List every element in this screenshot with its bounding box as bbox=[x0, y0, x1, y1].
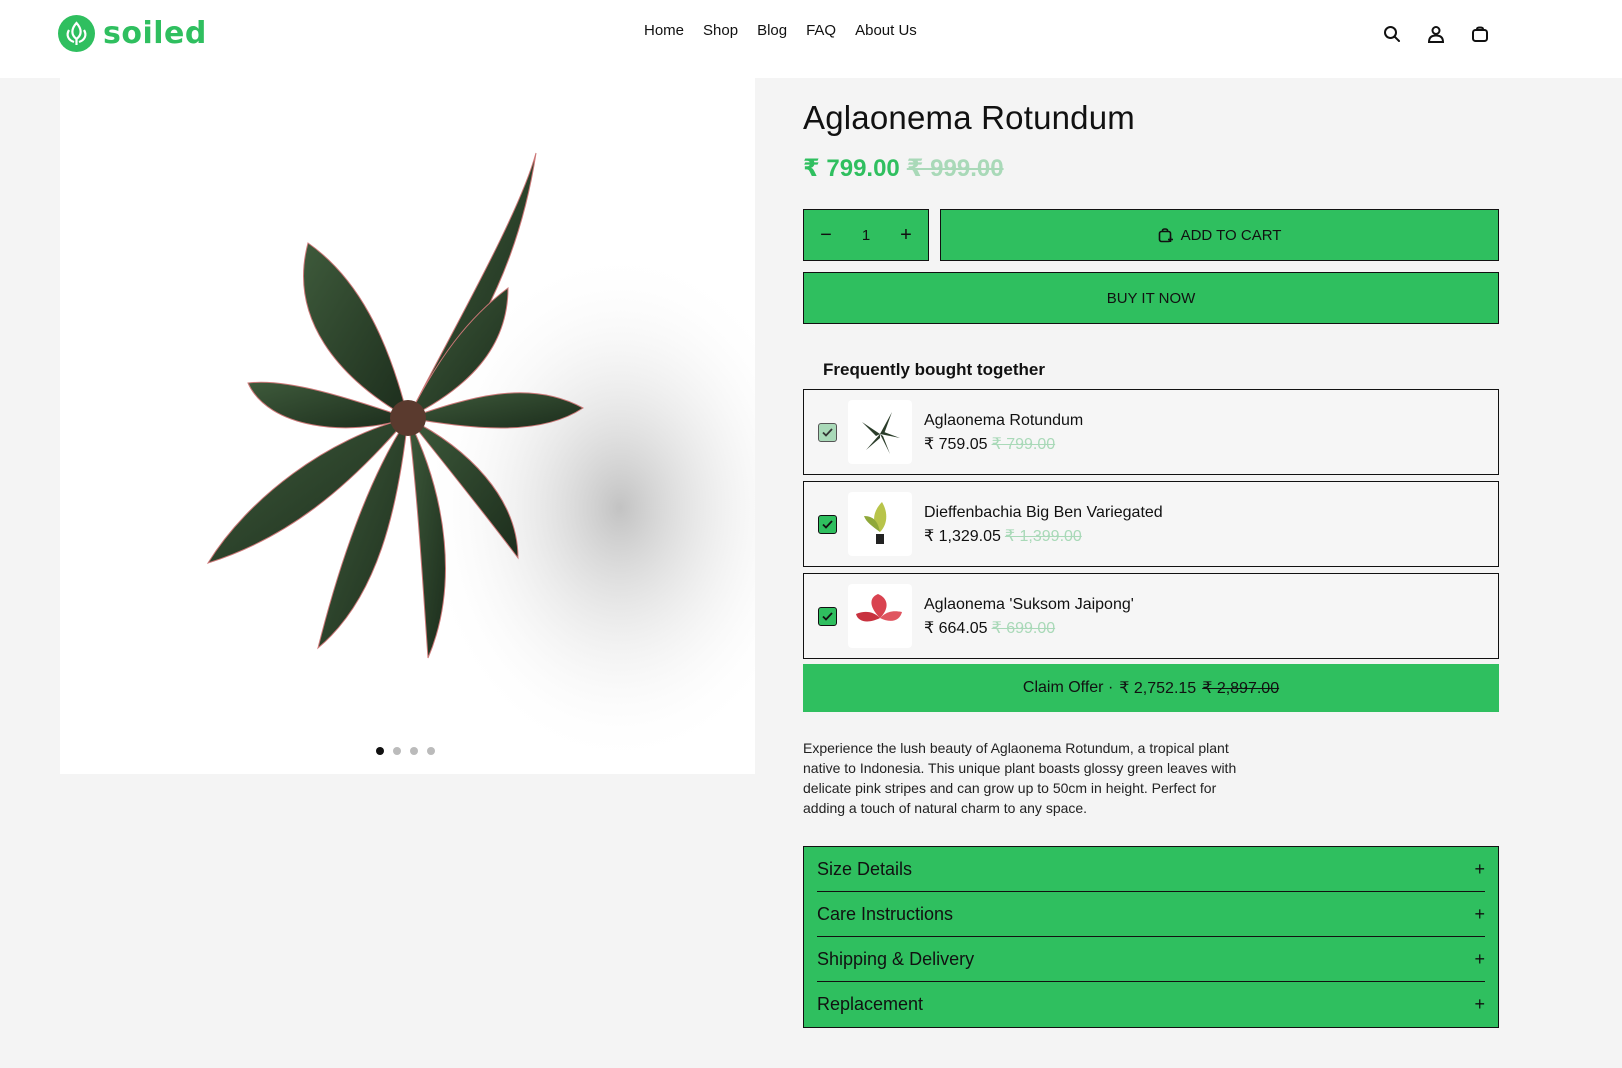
product-description: Experience the lush beauty of Aglaonema … bbox=[803, 740, 1237, 816]
fbt-item-name[interactable]: Aglaonema 'Suksom Jaipong' bbox=[924, 596, 1134, 614]
accordion-label: Shipping & Delivery bbox=[817, 948, 975, 969]
nav-about-us[interactable]: About Us bbox=[855, 22, 917, 39]
brand-name: soiled bbox=[103, 15, 207, 51]
check-icon bbox=[822, 520, 833, 529]
accordion-care-instructions[interactable]: Care Instructions + bbox=[817, 892, 1485, 937]
product-title: Aglaonema Rotundum bbox=[803, 99, 1135, 136]
brand-logo[interactable]: soiled bbox=[58, 14, 207, 52]
header-actions bbox=[1380, 22, 1492, 46]
accordion-size-details[interactable]: Size Details + bbox=[817, 847, 1485, 892]
fbt-item-name[interactable]: Aglaonema Rotundum bbox=[924, 412, 1083, 430]
accordion-shipping-delivery[interactable]: Shipping & Delivery + bbox=[817, 937, 1485, 982]
minus-icon[interactable]: − bbox=[816, 224, 836, 247]
fbt-item-compare-price: ₹ 799.00 bbox=[991, 436, 1056, 453]
quantity-value[interactable]: 1 bbox=[862, 227, 870, 244]
leaf-logo-icon bbox=[58, 14, 95, 52]
claim-offer-price: ₹ 2,752.15 bbox=[1119, 680, 1197, 697]
main-nav: Home Shop Blog FAQ About Us bbox=[644, 22, 917, 39]
compare-price: ₹ 999.00 bbox=[906, 155, 1004, 182]
product-price: ₹ 799.00 bbox=[803, 155, 900, 182]
quantity-stepper: − 1 + bbox=[803, 209, 929, 261]
fbt-checkbox[interactable] bbox=[818, 515, 837, 534]
plus-icon: + bbox=[1474, 994, 1485, 1014]
accordion-replacement[interactable]: Replacement + bbox=[817, 982, 1485, 1027]
fbt-item-price: ₹ 1,329.05 bbox=[924, 528, 1001, 545]
nav-shop[interactable]: Shop bbox=[703, 22, 738, 39]
cart-add-icon bbox=[1158, 228, 1173, 243]
plus-icon[interactable]: + bbox=[896, 224, 916, 247]
plus-icon: + bbox=[1474, 903, 1485, 924]
product-image bbox=[206, 152, 755, 768]
fbt-item-compare-price: ₹ 1,399.00 bbox=[1004, 528, 1082, 545]
gallery-pagination bbox=[376, 747, 435, 755]
add-to-cart-button[interactable]: ADD TO CART bbox=[940, 209, 1499, 261]
nav-home[interactable]: Home bbox=[644, 22, 684, 39]
fbt-thumbnail[interactable] bbox=[848, 584, 912, 648]
account-icon[interactable] bbox=[1424, 22, 1448, 46]
fbt-checkbox[interactable] bbox=[818, 423, 837, 442]
fbt-checkbox[interactable] bbox=[818, 607, 837, 626]
fbt-item: Aglaonema Rotundum ₹ 759.05 ₹ 799.00 bbox=[803, 389, 1499, 475]
nav-faq[interactable]: FAQ bbox=[806, 22, 836, 39]
gallery-dot[interactable] bbox=[376, 747, 384, 755]
fbt-item-compare-price: ₹ 699.00 bbox=[991, 620, 1056, 637]
plus-icon: + bbox=[1474, 858, 1485, 879]
fbt-item: Dieffenbachia Big Ben Variegated ₹ 1,329… bbox=[803, 481, 1499, 567]
check-icon bbox=[822, 612, 833, 621]
price-row: ₹ 799.00 ₹ 999.00 bbox=[803, 154, 1004, 183]
fbt-item-prices: ₹ 664.05 ₹ 699.00 bbox=[924, 618, 1055, 638]
plus-icon: + bbox=[1474, 948, 1485, 969]
nav-blog[interactable]: Blog bbox=[757, 22, 787, 39]
fbt-item-prices: ₹ 1,329.05 ₹ 1,399.00 bbox=[924, 526, 1082, 546]
buy-now-label: BUY IT NOW bbox=[1106, 289, 1196, 307]
buy-now-button[interactable]: BUY IT NOW bbox=[803, 272, 1499, 324]
gallery-dot[interactable] bbox=[393, 747, 401, 755]
accordion-label: Care Instructions bbox=[817, 903, 954, 924]
fbt-item-price: ₹ 759.05 bbox=[924, 436, 988, 453]
add-to-cart-label: ADD TO CART bbox=[1180, 226, 1282, 244]
fbt-heading: Frequently bought together bbox=[823, 360, 1045, 379]
site-header: soiled Home Shop Blog FAQ About Us bbox=[0, 0, 1622, 78]
fbt-item-price: ₹ 664.05 bbox=[924, 620, 988, 637]
fbt-thumbnail[interactable] bbox=[848, 492, 912, 556]
claim-offer-compare-price: ₹ 2,897.00 bbox=[1202, 680, 1280, 697]
fbt-item-prices: ₹ 759.05 ₹ 799.00 bbox=[924, 434, 1055, 454]
search-icon[interactable] bbox=[1380, 22, 1404, 46]
product-accordion: Size Details + Care Instructions + Shipp… bbox=[803, 846, 1499, 1028]
cart-icon[interactable] bbox=[1468, 22, 1492, 46]
accordion-label: Replacement bbox=[817, 994, 924, 1014]
gallery-dot[interactable] bbox=[427, 747, 435, 755]
fbt-thumbnail[interactable] bbox=[848, 400, 912, 464]
product-gallery[interactable] bbox=[60, 78, 755, 774]
gallery-dot[interactable] bbox=[410, 747, 418, 755]
fbt-item-name[interactable]: Dieffenbachia Big Ben Variegated bbox=[924, 504, 1163, 522]
claim-offer-button[interactable]: Claim Offer · ₹ 2,752.15 ₹ 2,897.00 bbox=[803, 664, 1499, 712]
claim-offer-label: Claim Offer · bbox=[1022, 679, 1114, 696]
fbt-item: Aglaonema 'Suksom Jaipong' ₹ 664.05 ₹ 69… bbox=[803, 573, 1499, 659]
check-icon bbox=[822, 428, 833, 437]
accordion-label: Size Details bbox=[817, 858, 913, 879]
